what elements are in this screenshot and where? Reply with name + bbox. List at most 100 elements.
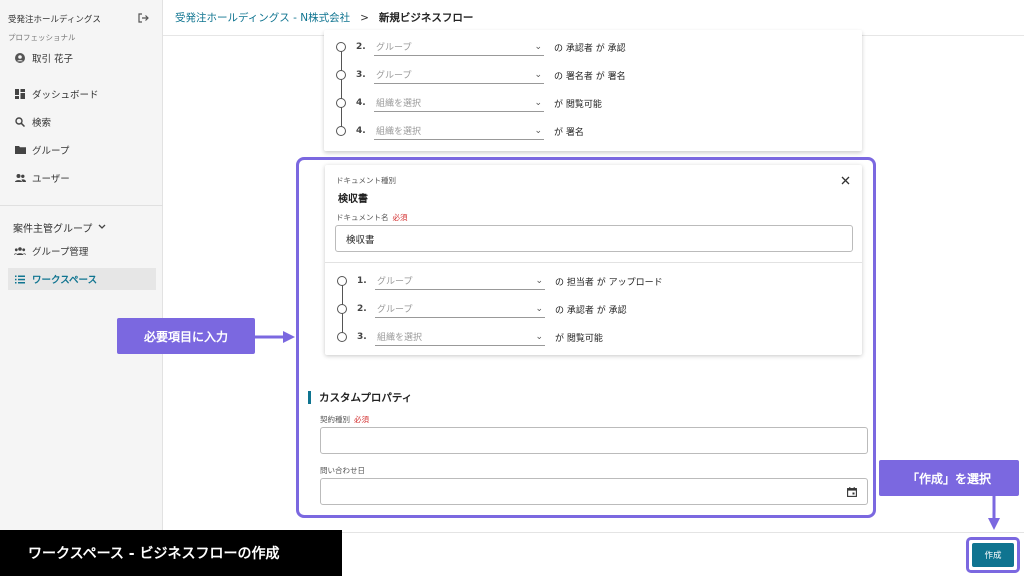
flow-step: 1. グループ ⌄ の 担当者 が アップロード	[337, 271, 663, 291]
chevron-down-icon: ⌄	[534, 125, 542, 136]
sidebar-item-label: 検索	[32, 118, 52, 129]
flow-step: 4. 組織を選択 ⌄ が 閲覧可能	[336, 93, 602, 113]
sidebar-item-group[interactable]: グループ	[8, 139, 156, 161]
flow-step: 2. グループ ⌄ の 承認者 が 承認	[337, 299, 627, 319]
inquiry-date-field[interactable]	[320, 478, 868, 505]
document-name-label: ドキュメント名	[336, 213, 389, 222]
sidebar-item-dashboard[interactable]: ダッシュボード	[8, 83, 156, 105]
create-button[interactable]: 作成	[972, 543, 1014, 567]
step-dot	[337, 332, 347, 342]
step-number: 4.	[356, 98, 366, 108]
users-icon	[14, 172, 26, 184]
page-title: 新規ビジネスフロー	[378, 12, 474, 24]
document-type-value: 検収書	[338, 194, 368, 205]
group-select[interactable]: グループ ⌄	[375, 272, 545, 290]
chevron-down-icon: ⌄	[535, 275, 543, 286]
group-header-label: 案件主管グループ	[13, 224, 93, 235]
select-placeholder: グループ	[376, 71, 412, 81]
close-icon[interactable]	[841, 176, 850, 185]
section-title-text: カスタムプロパティ	[319, 392, 413, 404]
group-select[interactable]: グループ ⌄	[375, 300, 545, 318]
step-dot	[336, 98, 346, 108]
logout-icon[interactable]	[137, 12, 149, 24]
sidebar-divider	[0, 205, 163, 206]
select-placeholder: 組織を選択	[376, 127, 422, 137]
list-icon	[14, 273, 26, 285]
organization-select[interactable]: 組織を選択 ⌄	[375, 328, 545, 346]
plan-label: プロフェッショナル	[8, 33, 76, 42]
contract-type-field[interactable]	[320, 427, 868, 454]
inquiry-date-label: 問い合わせ日	[320, 466, 365, 475]
chevron-down-icon: ⌄	[534, 69, 542, 80]
create-button-label: 作成	[984, 551, 1002, 561]
sidebar-item-label: グループ管理	[32, 247, 89, 258]
flow-line	[341, 46, 342, 132]
sidebar-item-search[interactable]: 検索	[8, 111, 156, 133]
contract-type-label: 契約種別	[320, 415, 350, 424]
step-number: 1.	[357, 276, 367, 286]
select-placeholder: 組織を選択	[376, 99, 422, 109]
sidebar-item-label: ワークスペース	[32, 275, 98, 286]
create-button-highlight: 作成	[966, 537, 1020, 573]
organization-select[interactable]: 組織を選択 ⌄	[374, 94, 544, 112]
step-role: の 承認者 が 承認	[554, 43, 626, 54]
sidebar-item-group-management[interactable]: グループ管理	[8, 240, 156, 262]
required-badge: 必須	[354, 415, 369, 424]
step-dot	[337, 304, 347, 314]
group-select[interactable]: グループ ⌄	[374, 66, 544, 84]
callout-select-create: 「作成」を選択	[879, 460, 1019, 496]
step-dot	[336, 42, 346, 52]
step-number: 3.	[357, 332, 367, 342]
step-role: が 署名	[554, 127, 584, 138]
arrow-right-icon	[255, 331, 295, 343]
chevron-down-icon: ⌄	[534, 41, 542, 52]
section-accent-bar	[308, 391, 311, 404]
custom-properties-title: カスタムプロパティ	[308, 390, 412, 405]
callout-text: 必要項目に入力	[143, 329, 228, 344]
org-name: 受発注ホールディングス	[8, 15, 101, 25]
group-select[interactable]: グループ ⌄	[374, 38, 544, 56]
document-name-value: 検収書	[346, 234, 375, 246]
select-placeholder: 組織を選択	[377, 333, 423, 343]
step-dot	[336, 70, 346, 80]
flow-step: 3. 組織を選択 ⌄ が 閲覧可能	[337, 327, 603, 347]
dashboard-icon	[14, 88, 26, 100]
required-badge: 必須	[392, 213, 408, 222]
previous-document-card: 2. グループ ⌄ の 承認者 が 承認 3. グループ ⌄ の 署名者 が 署名 …	[324, 30, 862, 151]
sidebar: 受発注ホールディングス プロフェッショナル 取引 花子 ダッシュボード 検索 グ…	[0, 0, 163, 576]
flow-step: 2. グループ ⌄ の 承認者 が 承認	[336, 37, 626, 57]
select-placeholder: グループ	[377, 277, 413, 287]
step-number: 2.	[356, 42, 366, 52]
search-icon	[14, 116, 26, 128]
flow-step: 4. 組織を選択 ⌄ が 署名	[336, 121, 584, 141]
step-number: 2.	[357, 304, 367, 314]
chevron-down-icon: ⌄	[535, 303, 543, 314]
user-name: 取引 花子	[32, 54, 74, 65]
document-name-field[interactable]: 検収書	[335, 225, 853, 252]
account-icon	[14, 52, 26, 64]
caption-text: ワークスペース - ビジネスフローの作成	[28, 546, 280, 562]
breadcrumb-link[interactable]: 受発注ホールディングス - N株式会社	[175, 10, 350, 25]
group-header[interactable]: 案件主管グループ	[13, 220, 106, 235]
step-role: の 承認者 が 承認	[555, 305, 627, 316]
sidebar-item-workspace[interactable]: ワークスペース	[8, 268, 156, 290]
calendar-icon[interactable]	[847, 487, 857, 497]
step-role: の 担当者 が アップロード	[555, 277, 663, 288]
callout-text: 「作成」を選択	[906, 471, 991, 486]
step-number: 3.	[356, 70, 366, 80]
arrow-down-icon	[988, 496, 1000, 530]
sidebar-item-label: ユーザー	[32, 174, 70, 185]
contract-type-label-row: 契約種別 必須	[320, 414, 369, 425]
group-icon	[14, 245, 26, 257]
user-profile[interactable]: 取引 花子	[8, 47, 156, 69]
organization-select[interactable]: 組織を選択 ⌄	[374, 122, 544, 140]
document-name-label-row: ドキュメント名 必須	[336, 212, 408, 223]
sidebar-item-label: ダッシュボード	[32, 90, 99, 101]
select-placeholder: グループ	[376, 43, 412, 53]
chevron-down-icon: ⌄	[535, 331, 543, 342]
document-card: ドキュメント種別 検収書 ドキュメント名 必須 検収書 1. グループ ⌄ の 担…	[325, 165, 862, 355]
flow-step: 3. グループ ⌄ の 署名者 が 署名	[336, 65, 626, 85]
step-role: が 閲覧可能	[555, 333, 603, 344]
sidebar-item-users[interactable]: ユーザー	[8, 167, 156, 189]
caption-banner: ワークスペース - ビジネスフローの作成	[0, 530, 342, 576]
